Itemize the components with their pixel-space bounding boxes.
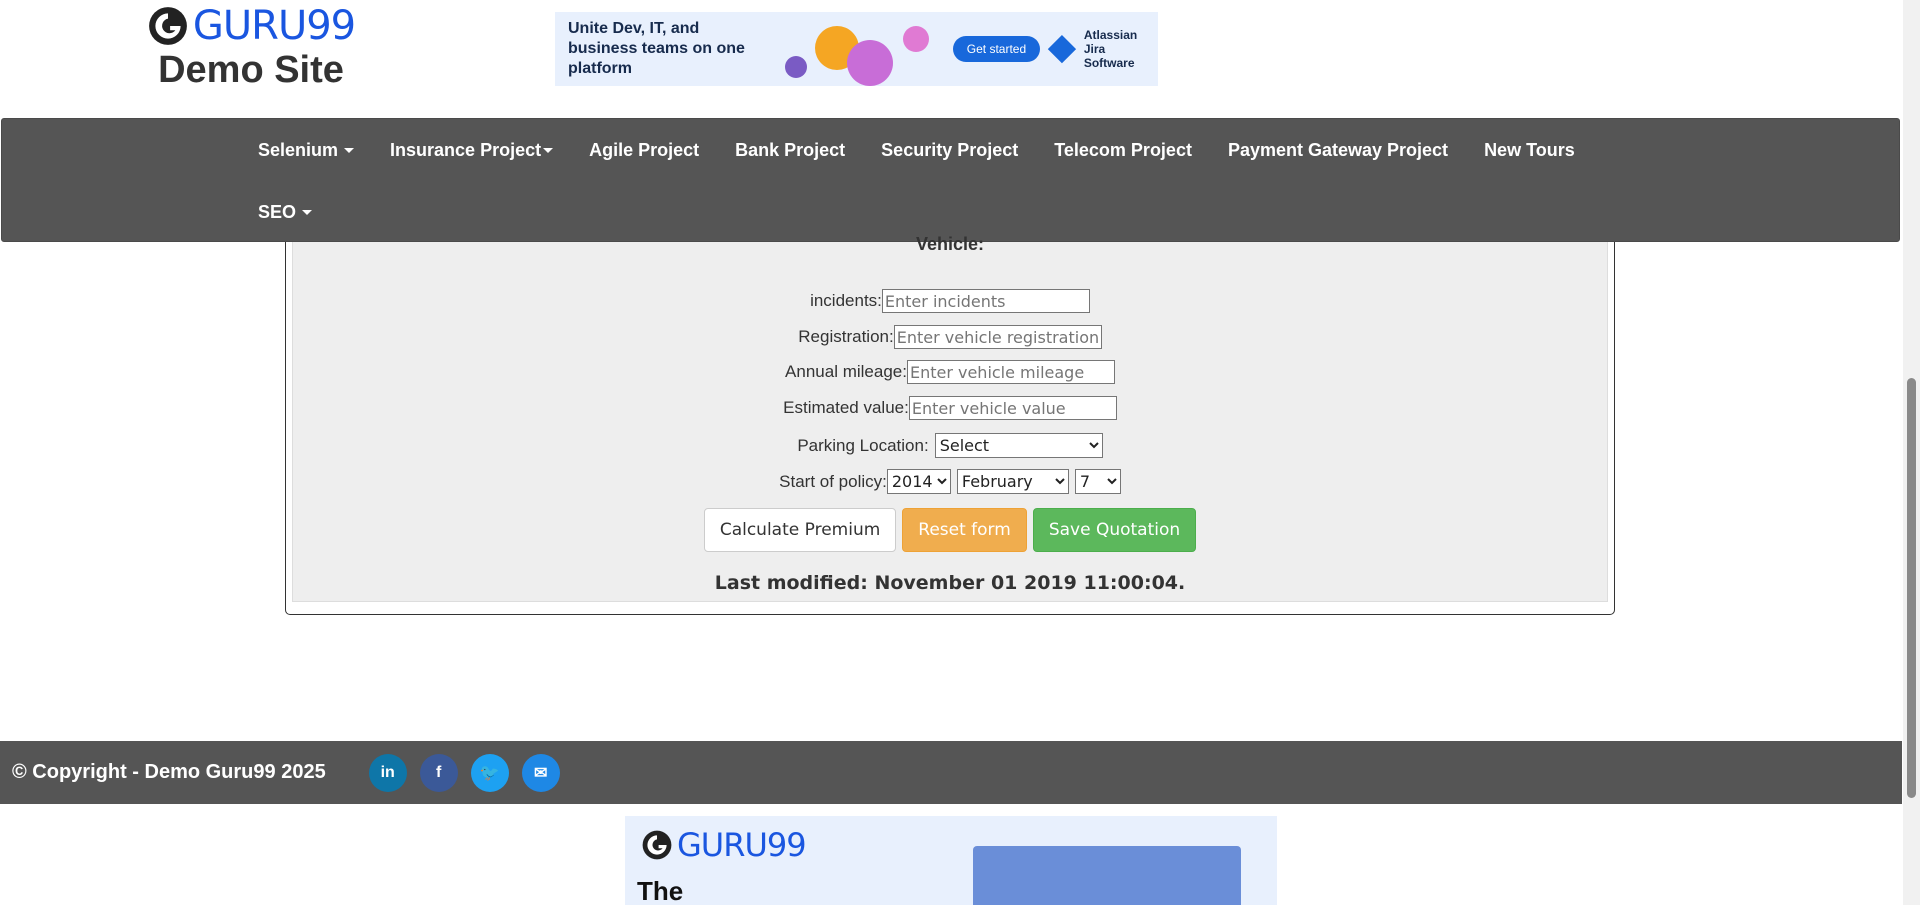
form-body: Vehicle: incidents: Registration: Annual… bbox=[292, 234, 1608, 602]
ad-top-text: Unite Dev, IT, and business teams on one… bbox=[568, 20, 745, 77]
nav-label: Selenium bbox=[258, 139, 339, 160]
mileage-label: Annual mileage: bbox=[785, 362, 907, 381]
guru99-logo-icon bbox=[148, 7, 187, 45]
guru99-logo-icon bbox=[642, 830, 672, 860]
parking-location-select[interactable]: Select bbox=[934, 433, 1103, 458]
nav-label: Bank Project bbox=[735, 139, 846, 160]
last-modified-text: Last modified: November 01 2019 11:00:04… bbox=[714, 572, 1186, 594]
nav-row-1: Selenium Insurance Project Agile Project… bbox=[240, 119, 1593, 181]
ad-banner-bottom[interactable]: GURU99 The bbox=[625, 816, 1277, 905]
policy-year-select[interactable]: 2014 bbox=[886, 469, 951, 494]
nav-item-security-project[interactable]: Security Project bbox=[863, 140, 1036, 161]
page: GURU99 Demo Site Unite Dev, IT, and busi… bbox=[0, 0, 1920, 905]
last-modified-row: Last modified: November 01 2019 11:00:04… bbox=[293, 572, 1607, 594]
ad-bottom-logo-text: GURU99 bbox=[677, 826, 807, 864]
nav-item-agile-project[interactable]: Agile Project bbox=[571, 140, 717, 161]
logo-subtitle: Demo Site bbox=[158, 49, 344, 91]
ad-banner-top[interactable]: Unite Dev, IT, and business teams on one… bbox=[555, 12, 1158, 86]
parking-label: Parking Location: bbox=[797, 435, 929, 455]
nav-item-seo[interactable]: SEO bbox=[240, 202, 330, 223]
facebook-icon[interactable]: f bbox=[419, 753, 458, 792]
registration-row: Registration: bbox=[293, 325, 1607, 349]
get-started-button[interactable]: Get started bbox=[952, 36, 1041, 62]
parking-row: Parking Location: Select bbox=[293, 433, 1607, 458]
footer: © Copyright - Demo Guru99 2025 in f 🐦 ✉ bbox=[0, 741, 1902, 804]
email-glyph: ✉ bbox=[534, 764, 548, 782]
registration-input[interactable] bbox=[893, 325, 1102, 349]
estimated-value-row: Estimated value: bbox=[293, 396, 1607, 420]
calculate-premium-button[interactable]: Calculate Premium bbox=[703, 508, 897, 552]
logo-text: GURU99 bbox=[192, 3, 356, 49]
nav-item-payment-gateway-project[interactable]: Payment Gateway Project bbox=[1210, 140, 1466, 161]
incidents-label: incidents: bbox=[810, 291, 882, 310]
partial-heading: Vehicle: bbox=[915, 234, 985, 250]
estimated-value-label: Estimated value: bbox=[783, 398, 909, 417]
facebook-glyph: f bbox=[436, 763, 442, 781]
save-quotation-button[interactable]: Save Quotation bbox=[1032, 508, 1197, 552]
nav-item-bank-project[interactable]: Bank Project bbox=[717, 140, 863, 161]
jira-icon bbox=[1047, 34, 1077, 64]
jira-brand-line1: Atlassian bbox=[1083, 28, 1138, 42]
caret-down-icon bbox=[543, 147, 554, 153]
reset-form-button[interactable]: Reset form bbox=[902, 508, 1027, 552]
policy-month-select[interactable]: February bbox=[956, 469, 1069, 494]
button-row: Calculate Premium Reset form Save Quotat… bbox=[293, 508, 1607, 552]
mileage-input[interactable] bbox=[906, 360, 1115, 384]
start-policy-label: Start of policy: bbox=[779, 471, 887, 491]
nav-item-new-tours[interactable]: New Tours bbox=[1466, 140, 1593, 161]
vertical-scrollbar[interactable] bbox=[1903, 0, 1920, 905]
ad-bottom-illustration bbox=[973, 846, 1241, 905]
email-icon[interactable]: ✉ bbox=[521, 753, 560, 792]
scrollbar-thumb[interactable] bbox=[1907, 378, 1916, 798]
site-logo[interactable]: GURU99 Demo Site bbox=[141, 4, 361, 90]
incidents-row: incidents: bbox=[293, 289, 1607, 313]
main-navbar: Selenium Insurance Project Agile Project… bbox=[1, 118, 1900, 242]
incidents-input[interactable] bbox=[881, 289, 1090, 313]
registration-label: Registration: bbox=[798, 327, 894, 346]
caret-down-icon bbox=[344, 147, 355, 153]
nav-item-selenium[interactable]: Selenium bbox=[240, 140, 372, 161]
jira-brand: Atlassian Jira Software bbox=[1047, 28, 1158, 70]
nav-label: Security Project bbox=[881, 139, 1019, 160]
start-policy-row: Start of policy: 2014 February 7 bbox=[293, 469, 1607, 494]
avatar bbox=[847, 40, 894, 86]
nav-item-insurance-project[interactable]: Insurance Project bbox=[372, 140, 571, 161]
nav-item-telecom-project[interactable]: Telecom Project bbox=[1036, 140, 1210, 161]
estimated-value-input[interactable] bbox=[908, 396, 1117, 420]
nav-label: SEO bbox=[258, 201, 297, 222]
nav-label: Payment Gateway Project bbox=[1227, 139, 1449, 160]
twitter-icon[interactable]: 🐦 bbox=[470, 753, 509, 792]
mileage-row: Annual mileage: bbox=[293, 360, 1607, 384]
avatar bbox=[785, 56, 808, 78]
ad-top-illustration bbox=[785, 12, 943, 86]
caret-down-icon bbox=[302, 209, 313, 215]
linkedin-icon[interactable]: in bbox=[368, 753, 407, 792]
logo-row: GURU99 bbox=[147, 3, 356, 49]
avatar bbox=[903, 26, 930, 52]
quotation-form-panel: Vehicle: incidents: Registration: Annual… bbox=[285, 234, 1615, 615]
ad-bottom-logo: GURU99 bbox=[641, 826, 807, 864]
jira-brand-line2: Jira Software bbox=[1083, 42, 1135, 70]
jira-brand-text: Atlassian Jira Software bbox=[1084, 28, 1158, 70]
nav-label: Agile Project bbox=[589, 139, 700, 160]
twitter-glyph: 🐦 bbox=[479, 764, 500, 782]
linkedin-glyph: in bbox=[380, 763, 395, 781]
policy-day-select[interactable]: 7 bbox=[1074, 469, 1121, 494]
ad-bottom-text: The bbox=[637, 876, 684, 905]
nav-label: Telecom Project bbox=[1054, 139, 1192, 160]
nav-label: Insurance Project bbox=[390, 139, 542, 160]
nav-label: New Tours bbox=[1484, 139, 1575, 160]
copyright-text: © Copyright - Demo Guru99 2025 bbox=[12, 761, 326, 783]
